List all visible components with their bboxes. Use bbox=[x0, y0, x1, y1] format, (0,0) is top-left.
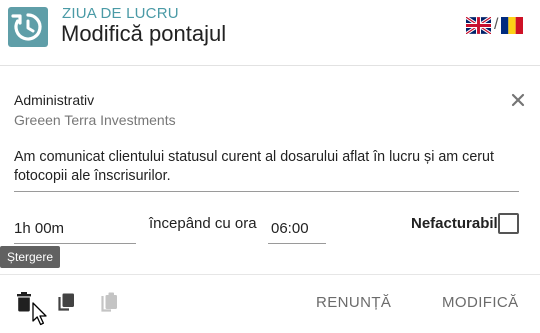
cancel-button[interactable]: RENUNȚĂ bbox=[316, 294, 391, 311]
close-icon[interactable] bbox=[511, 93, 525, 107]
save-button[interactable]: MODIFICĂ bbox=[442, 294, 519, 311]
start-time-label: începând cu ora bbox=[149, 215, 257, 232]
duration-input[interactable] bbox=[14, 210, 136, 244]
client-name: Greeen Terra Investments bbox=[14, 112, 176, 128]
language-separator: / bbox=[494, 16, 499, 33]
nonbillable-label: Nefacturabil bbox=[411, 215, 498, 232]
mouse-pointer-icon bbox=[32, 302, 48, 331]
description-field[interactable]: Am comunicat clientului statusul curent … bbox=[14, 148, 519, 192]
start-time-input[interactable] bbox=[268, 210, 326, 244]
en-flag-icon[interactable] bbox=[465, 15, 492, 35]
footer-divider bbox=[0, 274, 540, 275]
language-switcher: / bbox=[465, 15, 524, 35]
duplicate-button[interactable] bbox=[52, 288, 80, 316]
delete-tooltip: Ștergere bbox=[0, 246, 61, 268]
project-name: Administrativ bbox=[14, 92, 95, 108]
paste-button[interactable] bbox=[95, 288, 123, 316]
app-logo-icon bbox=[8, 7, 48, 47]
nonbillable-checkbox[interactable] bbox=[498, 213, 519, 234]
app-name: ZIUA DE LUCRU bbox=[62, 5, 179, 22]
page-title: Modifică pontajul bbox=[61, 21, 227, 46]
copy-icon bbox=[57, 293, 75, 312]
ro-flag-icon[interactable] bbox=[501, 16, 524, 34]
paste-icon bbox=[100, 292, 118, 312]
header-divider bbox=[0, 65, 540, 66]
trash-icon bbox=[16, 292, 32, 312]
